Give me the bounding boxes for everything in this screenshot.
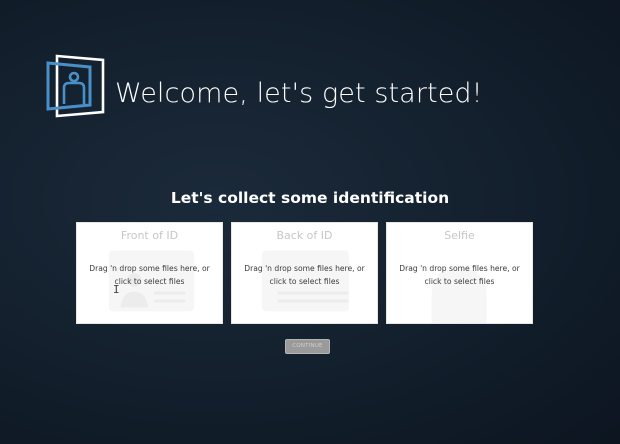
dropzone-back-of-id[interactable]: Back of ID Drag 'n drop some files here,… (231, 222, 378, 324)
card-title: Selfie (444, 229, 475, 242)
card-title: Front of ID (120, 229, 179, 242)
dropzone-text: Drag 'n drop some files here, or click t… (244, 264, 365, 286)
card-title: Back of ID (276, 229, 333, 242)
text-cursor-icon: I (113, 283, 120, 296)
page-title: Welcome, let's get started! (115, 78, 483, 109)
dropzone-selfie[interactable]: Selfie Drag 'n drop some files here, or … (386, 222, 533, 324)
dropzone-text: Drag 'n drop some files here, or click t… (399, 264, 520, 286)
id-badge-frame-icon (46, 54, 105, 118)
dropzone-front-of-id[interactable]: Front of ID Drag 'n drop some files here… (76, 222, 223, 324)
dropzone-text: Drag 'n drop some files here, or click t… (89, 264, 210, 286)
section-subtitle: Let's collect some identification (170, 189, 450, 207)
continue-button[interactable]: CONTINUE (285, 339, 330, 354)
